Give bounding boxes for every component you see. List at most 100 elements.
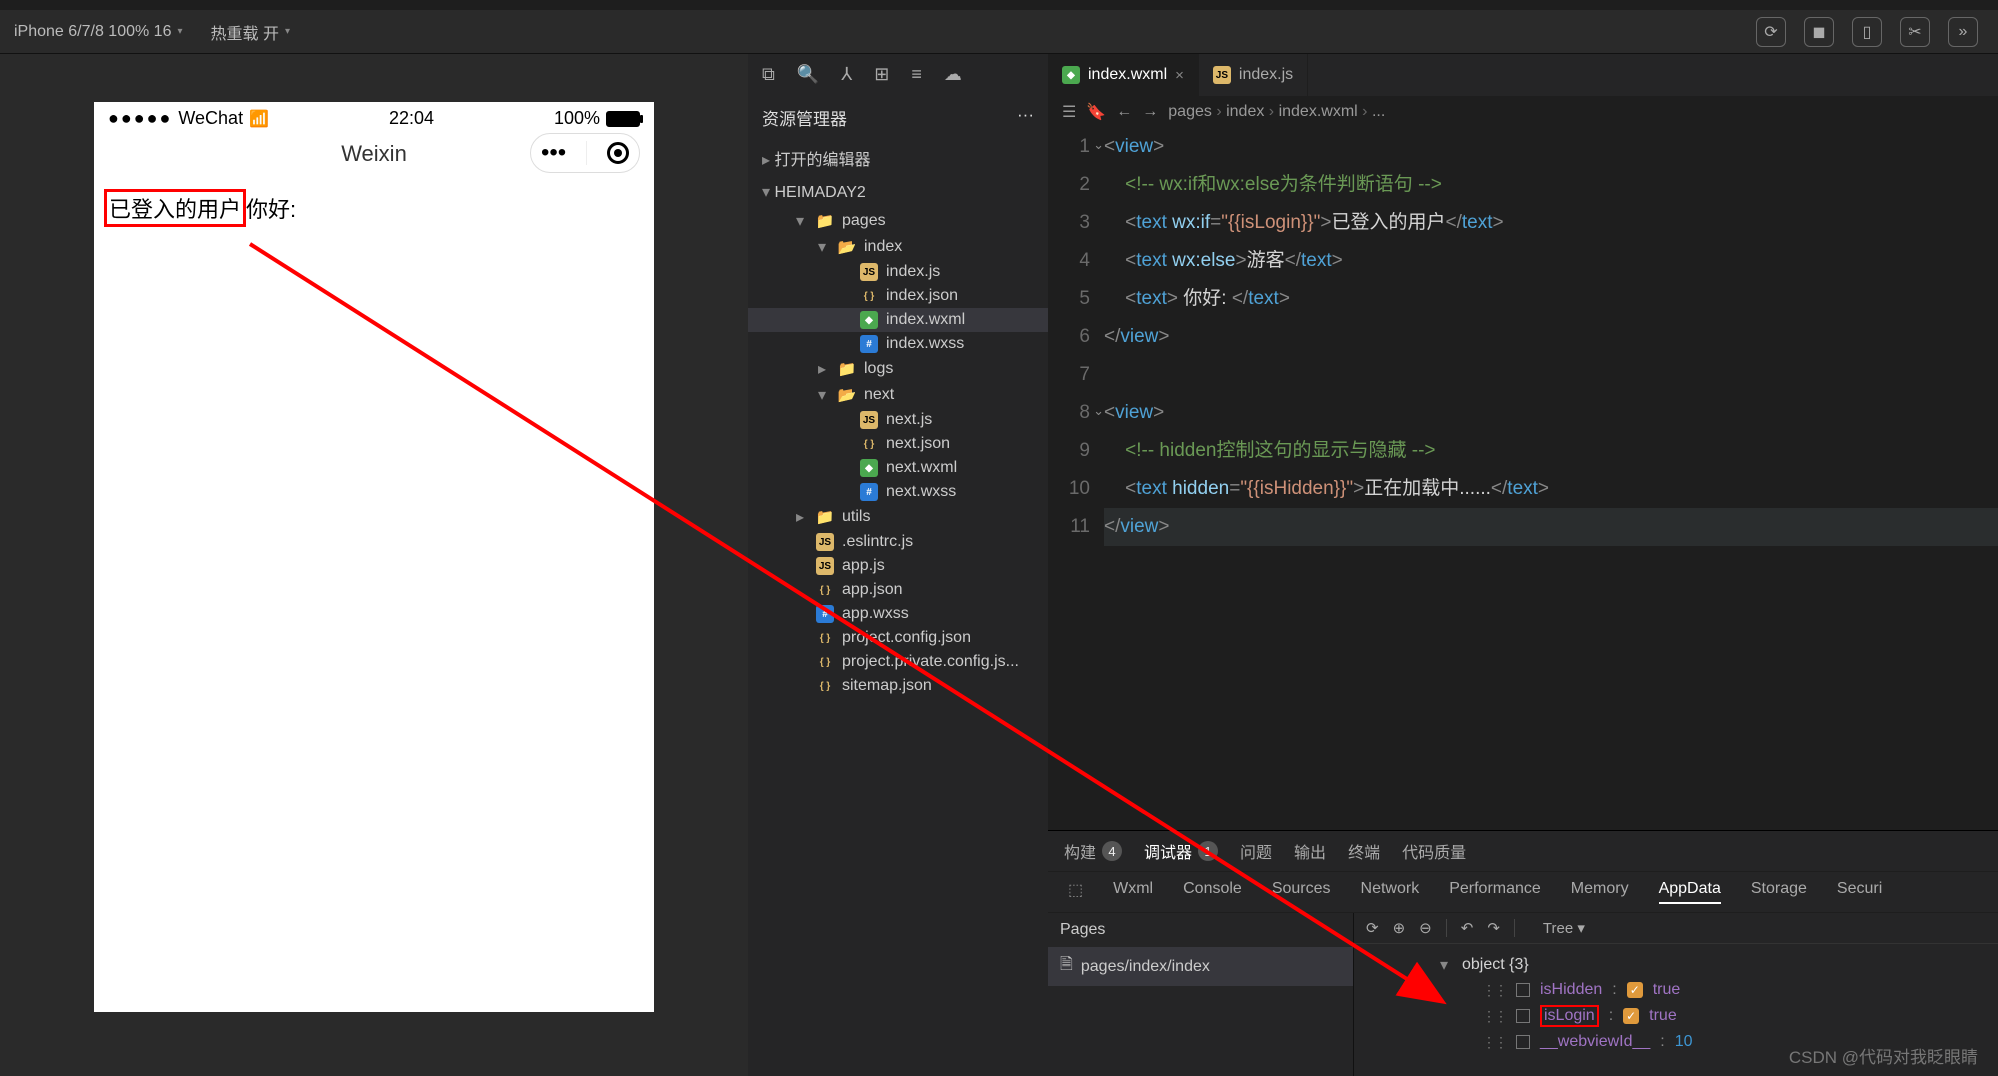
file-index.json[interactable]: { }index.json <box>748 284 1048 308</box>
file-index.js[interactable]: JSindex.js <box>748 260 1048 284</box>
file-app.wxss[interactable]: #app.wxss <box>748 602 1048 626</box>
explorer-title: 资源管理器 <box>762 105 847 130</box>
redo-icon[interactable]: ↷ <box>1487 919 1500 937</box>
inspect-icon[interactable]: ⬚ <box>1068 880 1083 904</box>
devtab-AppData[interactable]: AppData <box>1659 880 1721 904</box>
menu-icon[interactable]: ☰ <box>1062 102 1076 122</box>
bottom-tab-问题[interactable]: 问题 <box>1240 839 1272 863</box>
file-next.wxss[interactable]: #next.wxss <box>748 480 1048 504</box>
bookmark-icon[interactable]: 🔖 <box>1086 102 1106 122</box>
tab-index.wxml[interactable]: ◆index.wxml× <box>1048 54 1199 96</box>
close-tab-icon[interactable]: × <box>1175 67 1184 84</box>
devtab-Wxml[interactable]: Wxml <box>1113 880 1153 904</box>
data-row-isLogin[interactable]: ⋮⋮isLogin:✓ true <box>1370 1002 1982 1030</box>
devtab-Securi[interactable]: Securi <box>1837 880 1882 904</box>
bottom-panel: 构建4 调试器1 问题输出终端代码质量 ⬚ Wxml Console Sources Ne… <box>1048 830 1998 1076</box>
carrier-label: WeChat <box>178 108 243 129</box>
devtab-Network[interactable]: Network <box>1361 880 1420 904</box>
bottom-tab-代码质量[interactable]: 代码质量 <box>1402 839 1466 863</box>
bottom-tab-终端[interactable]: 终端 <box>1348 839 1380 863</box>
editor-tabs: ◆index.wxml×JSindex.js <box>1048 54 1998 96</box>
collapse-icon[interactable]: ⊖ <box>1419 919 1432 937</box>
phone-icon[interactable]: ▯ <box>1852 17 1882 47</box>
capsule-menu[interactable]: ••• <box>530 133 640 173</box>
expand-icon[interactable]: » <box>1948 17 1978 47</box>
refresh-icon[interactable]: ⟳ <box>1366 919 1379 937</box>
simulator-pane: ●●●●● WeChat 📶 22:04 100% Weixin ••• 已登入的用… <box>0 54 748 1076</box>
file-next.js[interactable]: JSnext.js <box>748 408 1048 432</box>
file-app.js[interactable]: JSapp.js <box>748 554 1048 578</box>
page-path[interactable]: 🗎pages/index/index <box>1048 947 1353 986</box>
file-index[interactable]: ▾index <box>748 234 1048 260</box>
data-row-isHidden[interactable]: ⋮⋮isHidden:✓ true <box>1370 978 1982 1002</box>
clock: 22:04 <box>389 108 434 129</box>
file-next.wxml[interactable]: ◆next.wxml <box>748 456 1048 480</box>
bottom-tab-调试器[interactable]: 调试器1 <box>1144 839 1218 863</box>
phone-statusbar: ●●●●● WeChat 📶 22:04 100% <box>94 102 654 135</box>
file-utils[interactable]: ▸utils <box>748 504 1048 530</box>
capsule-close-icon[interactable] <box>607 142 629 164</box>
explorer-more-icon[interactable]: ··· <box>1017 105 1034 130</box>
page-text: 你好: <box>246 197 296 222</box>
file-sitemap.json[interactable]: { }sitemap.json <box>748 674 1048 698</box>
devtab-Sources[interactable]: Sources <box>1272 880 1331 904</box>
back-icon[interactable]: ← <box>1116 103 1132 121</box>
watermark: CSDN @代码对我眨眼睛 <box>1789 1043 1978 1068</box>
devtab-Console[interactable]: Console <box>1183 880 1242 904</box>
tab-index.js[interactable]: JSindex.js <box>1199 54 1308 96</box>
page-content: 已登入的用户你好: <box>94 179 654 237</box>
file-logs[interactable]: ▸logs <box>748 356 1048 382</box>
phone-frame: ●●●●● WeChat 📶 22:04 100% Weixin ••• 已登入的用… <box>94 102 654 1012</box>
branch-icon[interactable]: ⅄ <box>841 64 852 85</box>
hot-reload-toggle[interactable]: 热重载 开 <box>197 10 304 53</box>
battery-icon <box>606 111 640 127</box>
file-icon: 🗎 <box>1060 953 1073 980</box>
undo-icon[interactable]: ↶ <box>1461 919 1474 937</box>
top-menu <box>0 0 1998 10</box>
file-.eslintrc.js[interactable]: JS.eslintrc.js <box>748 530 1048 554</box>
devtools-tabs: ⬚ Wxml Console Sources Network Performance Me… <box>1048 872 1998 913</box>
signal-dots-icon: ●●●●● <box>108 108 172 129</box>
device-selector[interactable]: iPhone 6/7/8 100% 16 <box>0 10 197 53</box>
file-next[interactable]: ▾next <box>748 382 1048 408</box>
toolbar: iPhone 6/7/8 100% 16 热重载 开 ⟳ ◼ ▯ ✂ » <box>0 10 1998 54</box>
stop-icon[interactable]: ◼ <box>1804 17 1834 47</box>
ext-icon[interactable]: ⊞ <box>874 64 889 85</box>
devtab-Performance[interactable]: Performance <box>1449 880 1541 904</box>
bottom-tabs: 构建4 调试器1 问题输出终端代码质量 <box>1048 831 1998 872</box>
devtab-Storage[interactable]: Storage <box>1751 880 1807 904</box>
cut-icon[interactable]: ✂ <box>1900 17 1930 47</box>
file-index.wxss[interactable]: #index.wxss <box>748 332 1048 356</box>
bottom-tab-输出[interactable]: 输出 <box>1294 839 1326 863</box>
file-app.json[interactable]: { }app.json <box>748 578 1048 602</box>
editor-pane: ◆index.wxml×JSindex.js ☰ 🔖 ← → pages › i… <box>1048 54 1998 1076</box>
expand-icon[interactable]: ⊕ <box>1393 919 1406 937</box>
wifi-icon: 📶 <box>249 109 269 129</box>
annotated-text: 已登入的用户 <box>104 189 246 227</box>
code-area[interactable]: 1⌄2345678⌄91011 <view> <!-- wx:if和wx:els… <box>1048 128 1998 830</box>
search-icon[interactable]: 🔍 <box>797 64 819 85</box>
pages-label: Pages <box>1048 913 1353 947</box>
battery-pct: 100% <box>554 108 600 129</box>
devtab-Memory[interactable]: Memory <box>1571 880 1629 904</box>
open-editors-section[interactable]: 打开的编辑器 <box>748 140 1048 176</box>
forward-icon[interactable]: → <box>1142 103 1158 121</box>
breadcrumbs[interactable]: ☰ 🔖 ← → pages › index › index.wxml › ... <box>1048 96 1998 128</box>
file-project.config.json[interactable]: { }project.config.json <box>748 626 1048 650</box>
simulator-toolbar-icons: ⟳ ◼ ▯ ✂ » <box>1756 17 1998 47</box>
tree-mode-select[interactable]: Tree ▾ <box>1543 919 1585 937</box>
file-tree: ▾pages▾indexJSindex.js{ }index.json◆inde… <box>748 208 1048 698</box>
file-next.json[interactable]: { }next.json <box>748 432 1048 456</box>
refresh-icon[interactable]: ⟳ <box>1756 17 1786 47</box>
file-index.wxml[interactable]: ◆index.wxml <box>748 308 1048 332</box>
nav-title: Weixin ••• <box>94 135 654 179</box>
capsule-more-icon[interactable]: ••• <box>541 139 566 167</box>
file-explorer: ⧉ 🔍 ⅄ ⊞ ≡ ☁ 资源管理器 ··· 打开的编辑器 HEIMADAY2 ▾p… <box>748 54 1048 1076</box>
file-pages[interactable]: ▾pages <box>748 208 1048 234</box>
cloud-icon[interactable]: ☁ <box>944 64 962 85</box>
files-icon[interactable]: ⧉ <box>762 64 775 85</box>
bottom-tab-构建[interactable]: 构建4 <box>1064 839 1122 863</box>
project-section[interactable]: HEIMADAY2 <box>748 176 1048 208</box>
file-project.private.config.js...[interactable]: { }project.private.config.js... <box>748 650 1048 674</box>
db-icon[interactable]: ≡ <box>911 64 922 85</box>
